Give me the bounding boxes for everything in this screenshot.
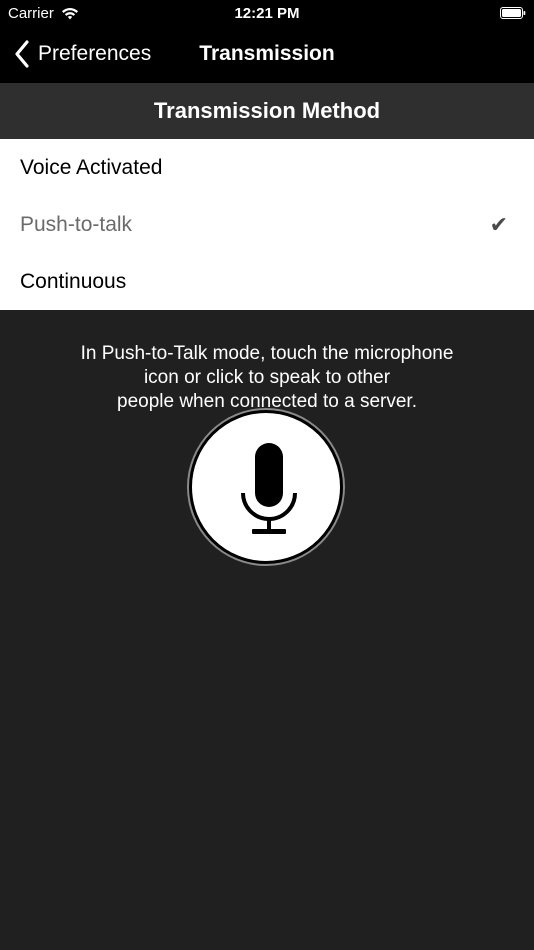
option-voice-activated[interactable]: Voice Activated — [0, 139, 534, 196]
checkmark-icon: ✔ — [489, 212, 508, 237]
status-bar: Carrier 12:21 PM — [0, 0, 534, 28]
option-push-to-talk[interactable]: Push-to-talk ✔ — [0, 196, 534, 253]
microphone-icon — [241, 443, 297, 534]
option-label: Push-to-talk — [20, 213, 133, 236]
option-label: Voice Activated — [20, 156, 163, 179]
section-header: Transmission Method — [0, 83, 534, 139]
navigation-bar: Preferences Transmission — [0, 28, 534, 83]
status-time: 12:21 PM — [234, 5, 300, 22]
battery-icon — [500, 7, 526, 19]
page-title: Transmission — [199, 42, 335, 65]
option-label: Continuous — [20, 270, 127, 293]
push-to-talk-button[interactable] — [189, 410, 343, 564]
transmission-method-list: Voice Activated Push-to-talk ✔ Continuou… — [0, 139, 534, 310]
mode-description: In Push-to-Talk mode, touch the micropho… — [80, 343, 454, 412]
option-continuous[interactable]: Continuous — [0, 253, 534, 310]
